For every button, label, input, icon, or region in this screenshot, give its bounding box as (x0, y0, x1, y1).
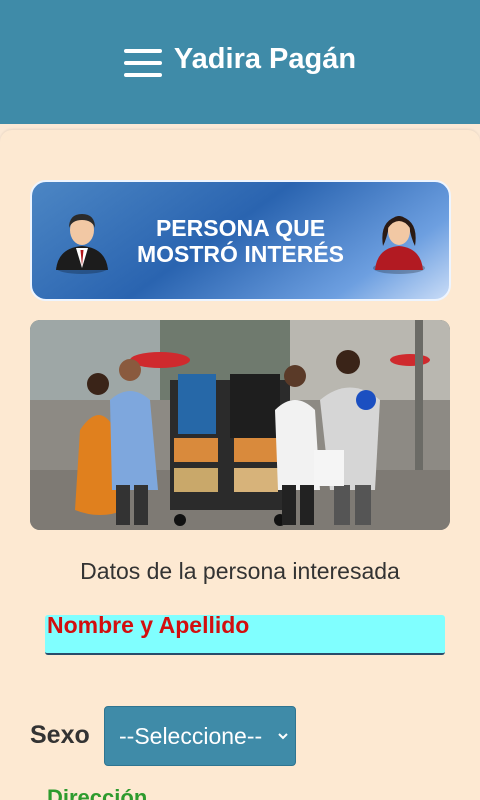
section-title: Datos de la persona interesada (80, 558, 400, 584)
man-avatar-icon (56, 214, 108, 274)
hamburger-menu-icon[interactable] (123, 49, 162, 77)
street-ministry-photo (30, 320, 450, 530)
banner-label: PERSONA QUE MOSTRÓ INTERÉS (136, 214, 344, 267)
address-label: Dirección (47, 785, 148, 800)
woman-avatar-icon (373, 216, 425, 274)
user-name-title: Yadira Pagán (173, 42, 357, 75)
chevron-icon (278, 733, 288, 740)
sex-select-value: --Seleccione-- (119, 722, 263, 749)
sex-label: Sexo (30, 721, 90, 749)
interested-person-banner-button[interactable]: PERSONA QUE MOSTRÓ INTERÉS (30, 180, 451, 301)
app-header: Yadira Pagán (0, 0, 480, 124)
sex-select[interactable]: --Seleccione-- (104, 706, 296, 766)
name-input-placeholder: Nombre y Apellido (47, 612, 250, 638)
